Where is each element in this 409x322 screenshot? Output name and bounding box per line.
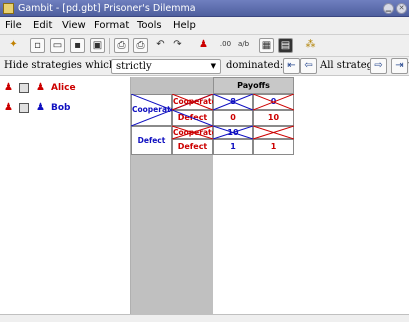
toolbar-separator	[109, 38, 110, 54]
print-icon[interactable]: ⎙	[133, 38, 148, 53]
open-folder-icon[interactable]: ▭	[50, 38, 65, 53]
menu-file[interactable]: File	[5, 19, 22, 33]
first-elimination-button[interactable]: ⇤	[283, 58, 300, 74]
rational-display-icon[interactable]: a/b	[236, 38, 251, 53]
redo-icon[interactable]: ↷	[170, 38, 185, 53]
player-row-bob[interactable]: ♟ ♟ Bob	[0, 100, 131, 116]
new-file-icon[interactable]: ▫	[30, 38, 45, 53]
dominance-mode-value: strictly	[116, 61, 152, 72]
minimize-button[interactable]: ▁	[383, 3, 394, 14]
decimal-display-icon[interactable]: .00	[218, 38, 233, 53]
undo-icon[interactable]: ↶	[153, 38, 168, 53]
player-name-alice[interactable]: Alice	[51, 83, 76, 93]
menu-bar: File Edit View Format Tools Help	[0, 17, 409, 35]
logo-icon[interactable]: ✦	[6, 38, 21, 53]
add-player-icon[interactable]: ♟	[196, 38, 211, 53]
menu-help[interactable]: Help	[173, 19, 196, 33]
previous-elimination-button[interactable]: ⇦	[300, 58, 317, 74]
menu-view[interactable]: View	[62, 19, 86, 33]
calculator-icon[interactable]: ▤	[278, 38, 293, 53]
equilibria-icon[interactable]: ▦	[259, 38, 274, 53]
payoffs-header: Payoffs	[213, 77, 294, 94]
dominance-filter-bar: Hide strategies which are strictly ▼ dom…	[0, 57, 409, 76]
player-person-icon: ♟	[4, 82, 13, 93]
print-preview-icon[interactable]: ⎙	[114, 38, 129, 53]
close-button[interactable]: ✕	[396, 3, 407, 14]
status-bar	[0, 314, 409, 322]
player-row-alice[interactable]: ♟ ♟ Alice	[0, 80, 131, 96]
save-as-icon[interactable]: ▣	[90, 38, 105, 53]
dominated-strategy-crossouts	[131, 94, 294, 140]
window-title: Gambit - [pd.gbt] Prisoner's Dilemma	[18, 3, 196, 14]
chevron-down-icon: ▼	[210, 62, 216, 70]
save-icon[interactable]: ▪	[70, 38, 85, 53]
filter-suffix: dominated:	[226, 60, 284, 71]
strategy-icon[interactable]	[19, 103, 29, 113]
tree-icon[interactable]: ⁂	[303, 38, 318, 53]
menu-tools[interactable]: Tools	[137, 19, 162, 33]
gambit-app-icon	[3, 3, 14, 14]
toolbar: ✦ ▫ ▭ ▪ ▣ ⎙ ⎙ ↶ ↷ ♟ .00 a/b ▦ ▤ ⁂	[0, 35, 409, 57]
menu-edit[interactable]: Edit	[33, 19, 52, 33]
players-panel: ♟ ♟ Alice ♟ ♟ Bob	[0, 77, 131, 322]
player-name-bob[interactable]: Bob	[51, 103, 71, 113]
dominance-mode-select[interactable]: strictly ▼	[111, 59, 221, 74]
player-color-icon[interactable]: ♟	[36, 82, 45, 93]
strategic-form-table: Payoffs Cooperate Defect Cooperate Defec…	[131, 77, 409, 314]
last-elimination-button[interactable]: ⇥	[391, 58, 408, 74]
player-color-icon[interactable]: ♟	[36, 102, 45, 113]
title-bar: Gambit - [pd.gbt] Prisoner's Dilemma ▁ ✕	[0, 0, 409, 17]
strategy-icon[interactable]	[19, 83, 29, 93]
menu-format[interactable]: Format	[94, 19, 129, 33]
player-person-icon: ♟	[4, 102, 13, 113]
next-elimination-button[interactable]: ⇨	[370, 58, 387, 74]
